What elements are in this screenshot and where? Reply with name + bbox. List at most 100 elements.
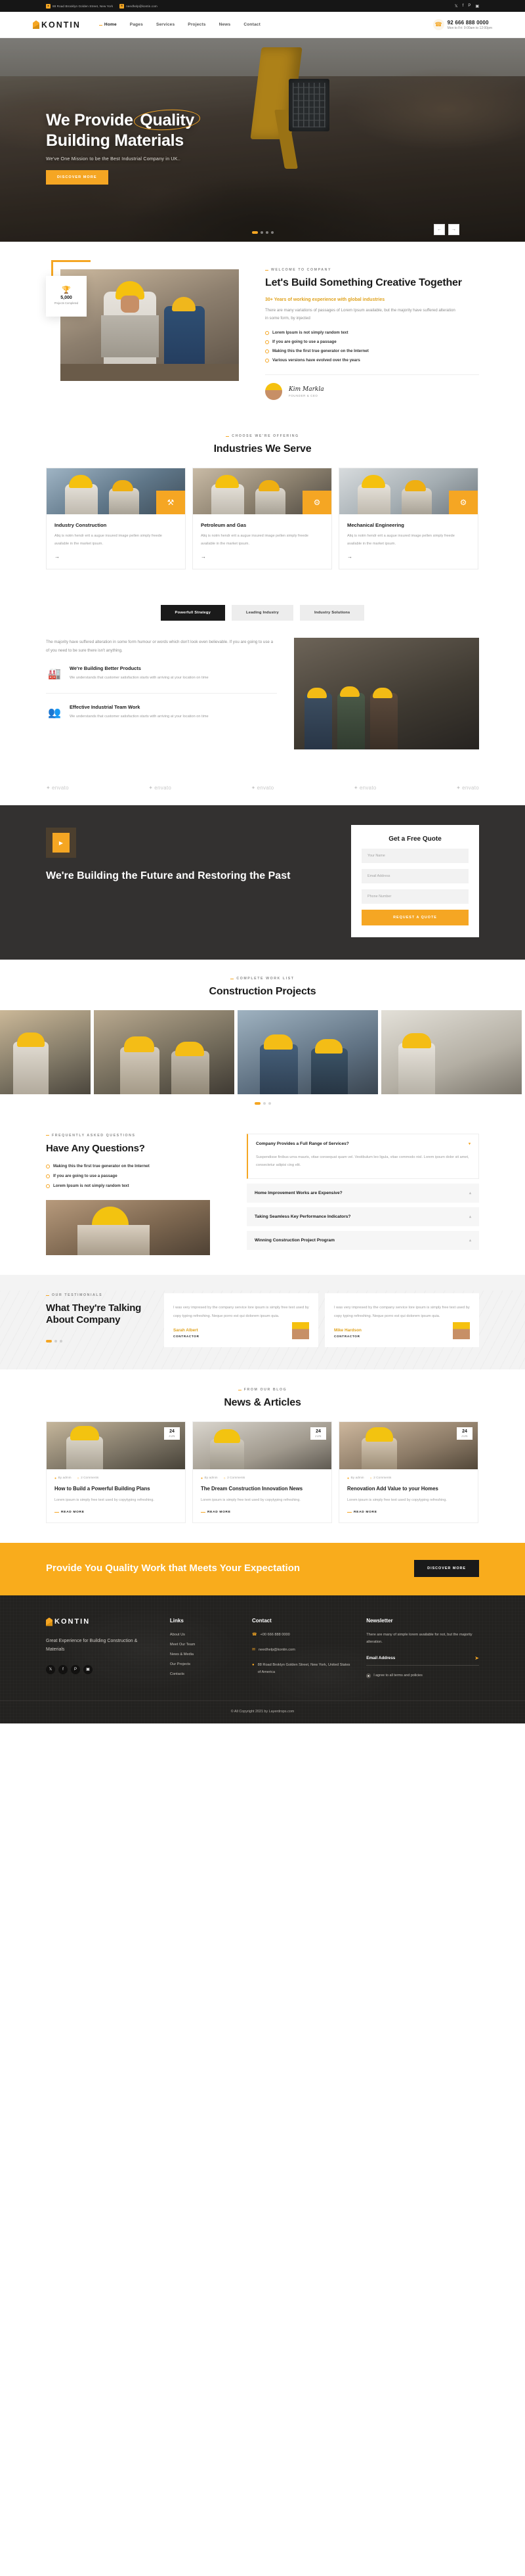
play-icon[interactable]: ▶ bbox=[52, 833, 70, 853]
news-card[interactable]: 24 JUN ● By admin ○ 2 Comments The Dream C… bbox=[192, 1421, 332, 1523]
instagram-icon[interactable]: ▣ bbox=[475, 4, 479, 9]
nav-item-news[interactable]: News bbox=[219, 22, 231, 27]
footer-phone[interactable]: ☎ +00 666 888 0000 bbox=[252, 1632, 352, 1639]
newsletter-email-input[interactable]: Email Address bbox=[366, 1656, 474, 1660]
footer-link-about-us[interactable]: About Us bbox=[170, 1633, 238, 1637]
footer-tagline: Great Experience for Building Constructi… bbox=[46, 1638, 138, 1653]
project-slide[interactable] bbox=[94, 1010, 234, 1094]
nav-item-home[interactable]: Home bbox=[98, 22, 117, 27]
bottom-cta-button[interactable]: DISCOVER MORE bbox=[414, 1559, 479, 1577]
project-slide[interactable] bbox=[238, 1010, 378, 1094]
industry-card-title: Petroleum and Gas bbox=[201, 522, 247, 528]
faq-bullet-2: Lorem Ipsum is not simply random text bbox=[46, 1184, 230, 1188]
footer-link-our-projects[interactable]: Our Projects bbox=[170, 1662, 238, 1666]
chevron-down-icon[interactable]: ▾ bbox=[469, 1142, 471, 1146]
testimonials-slider-dots[interactable] bbox=[46, 1339, 150, 1343]
radio-icon bbox=[366, 1673, 371, 1678]
leaf-icon: ✦ bbox=[148, 785, 154, 791]
footer-logo[interactable]: KONTIN bbox=[46, 1617, 156, 1626]
news-card[interactable]: 24 JUN ● By admin ○ 2 Comments How to Buil… bbox=[46, 1421, 186, 1523]
footer-email[interactable]: ✉ needhelp@kontin.com bbox=[252, 1647, 352, 1654]
faq-item[interactable]: Taking Seamless Key Performance Indicato… bbox=[247, 1207, 479, 1227]
brand-logo-4: ✦ envato bbox=[456, 785, 479, 791]
twitter-icon[interactable]: 𝕏 bbox=[455, 4, 458, 9]
send-icon[interactable]: ➤ bbox=[474, 1655, 479, 1661]
nav-item-projects[interactable]: Projects bbox=[188, 22, 205, 27]
chevron-up-icon[interactable]: ▴ bbox=[469, 1214, 471, 1219]
about-bullet-list: Lorem Ipsum is not simply random text If… bbox=[265, 330, 479, 363]
industries-section: CHOOSE WE'RE OFFERING Industries We Serv… bbox=[46, 418, 479, 588]
tab-leading-industry[interactable]: Leading Industry bbox=[232, 605, 293, 621]
chevron-left-icon[interactable]: ← bbox=[434, 224, 445, 235]
newsletter-agree-checkbox[interactable]: I agree to all terms and policies bbox=[366, 1673, 479, 1678]
industry-card-desc: Aliq is notm hendr erit a augue insured … bbox=[347, 533, 455, 546]
brand-logo-1: ✦ envato bbox=[148, 785, 172, 791]
chevron-up-icon[interactable]: ▴ bbox=[469, 1191, 471, 1195]
topbar-email[interactable]: ✉ needhelp@kontin.com bbox=[119, 3, 158, 9]
about-bullet-1: If you are going to use a passage bbox=[265, 340, 479, 344]
arrow-right-icon[interactable]: → bbox=[201, 554, 324, 560]
location-pin-icon: ● bbox=[46, 3, 51, 9]
news-card-excerpt: Lorem ipsum is simply free text used by … bbox=[347, 1498, 447, 1503]
hero-discover-more-button[interactable]: DISCOVER MORE bbox=[46, 170, 108, 185]
dark-cta-title: We're Building the Future and Restoring … bbox=[46, 870, 291, 882]
comment-icon: ○ bbox=[369, 1476, 372, 1480]
phone-icon: ☎ bbox=[432, 19, 444, 30]
news-card[interactable]: 24 JUN ● By admin ○ 2 Comments Renovation … bbox=[339, 1421, 478, 1523]
news-read-more-link[interactable]: READ MORE bbox=[201, 1511, 324, 1514]
house-logo-icon bbox=[46, 1617, 52, 1626]
news-author: ● By admin bbox=[201, 1476, 218, 1480]
faq-answer: Suspendisse finibus urna mauris, vitae c… bbox=[256, 1155, 469, 1168]
nav-item-contact[interactable]: Contact bbox=[243, 22, 261, 27]
industry-card[interactable]: ⚙ Mechanical Engineering Aliq is notm he… bbox=[339, 467, 478, 570]
news-read-more-link[interactable]: READ MORE bbox=[54, 1511, 177, 1514]
footer-newsletter-title: Newsletter bbox=[366, 1617, 393, 1624]
faq-bullet-0: Making this the first true generator on … bbox=[46, 1164, 230, 1168]
instagram-icon[interactable]: ▣ bbox=[83, 1664, 93, 1674]
footer-link-news-media[interactable]: News & Media bbox=[170, 1653, 238, 1656]
projects-slider[interactable] bbox=[0, 1010, 525, 1094]
footer-link-meet-our-team[interactable]: Meet Our Team bbox=[170, 1643, 238, 1647]
faq-item[interactable]: Home Improvement Works are Expensive? ▴ bbox=[247, 1184, 479, 1203]
gear-icon: ⚙ bbox=[449, 490, 478, 514]
quote-phone-input[interactable]: Phone Number bbox=[362, 889, 469, 904]
leaf-icon: ✦ bbox=[46, 785, 51, 791]
industry-card[interactable]: ⚙ Petroleum and Gas Aliq is notm hendr e… bbox=[192, 467, 332, 570]
project-slide[interactable] bbox=[381, 1010, 522, 1094]
tab-powerfull-strategy[interactable]: Powerfull Strategy bbox=[160, 605, 226, 621]
tab-industry-solutions[interactable]: Industry Solutions bbox=[299, 605, 365, 621]
video-play-wrapper[interactable]: ▶ bbox=[46, 828, 76, 858]
facebook-icon[interactable]: f bbox=[463, 4, 464, 8]
projects-slider-dots[interactable] bbox=[46, 1101, 479, 1105]
page-root: ● 88 Road Brooklyn Golden Street, New Yo… bbox=[0, 0, 525, 1723]
logo[interactable]: KONTIN bbox=[33, 20, 81, 30]
signature-name: Kim Markla bbox=[289, 386, 324, 393]
quote-email-input[interactable]: Email Address bbox=[362, 869, 469, 884]
faq-item[interactable]: Company Provides a Full Range of Service… bbox=[247, 1133, 479, 1180]
nav-item-pages[interactable]: Pages bbox=[130, 22, 143, 27]
news-read-more-link[interactable]: READ MORE bbox=[347, 1511, 470, 1514]
nav-item-services[interactable]: Services bbox=[156, 22, 175, 27]
twitter-icon[interactable]: 𝕏 bbox=[46, 1664, 55, 1674]
footer-link-contacts[interactable]: Contacts bbox=[170, 1672, 238, 1676]
header-phone-block[interactable]: ☎ 92 666 888 0000 Mon to Fri: 9:00am to … bbox=[432, 19, 492, 30]
pinterest-icon[interactable]: P bbox=[71, 1664, 80, 1674]
request-a-quote-button[interactable]: REQUEST A QUOTE bbox=[362, 910, 469, 926]
facebook-icon[interactable]: f bbox=[58, 1664, 68, 1674]
quote-name-input[interactable]: Your Name bbox=[362, 849, 469, 864]
quote-form: Get a Free Quote Your Name Email Address… bbox=[351, 825, 479, 938]
faq-item[interactable]: Winning Construction Project Program ▴ bbox=[247, 1231, 479, 1251]
news-comments: ○ 2 Comments bbox=[77, 1476, 99, 1480]
chevron-up-icon[interactable]: ▴ bbox=[469, 1238, 471, 1243]
check-bullet-icon bbox=[265, 349, 269, 353]
leaf-icon: ✦ bbox=[456, 785, 461, 791]
arrow-right-icon[interactable]: → bbox=[347, 554, 470, 560]
chevron-right-icon[interactable]: → bbox=[448, 224, 459, 235]
user-icon: ● bbox=[201, 1476, 203, 1480]
header-phone-number: 92 666 888 0000 bbox=[447, 19, 489, 26]
pinterest-icon[interactable]: P bbox=[468, 4, 471, 8]
project-slide[interactable] bbox=[0, 1010, 91, 1094]
industry-card[interactable]: ⚒ Industry Construction Aliq is notm hen… bbox=[46, 467, 186, 570]
arrow-right-icon[interactable]: → bbox=[54, 554, 177, 560]
industry-card-image: ⚙ bbox=[339, 468, 478, 514]
